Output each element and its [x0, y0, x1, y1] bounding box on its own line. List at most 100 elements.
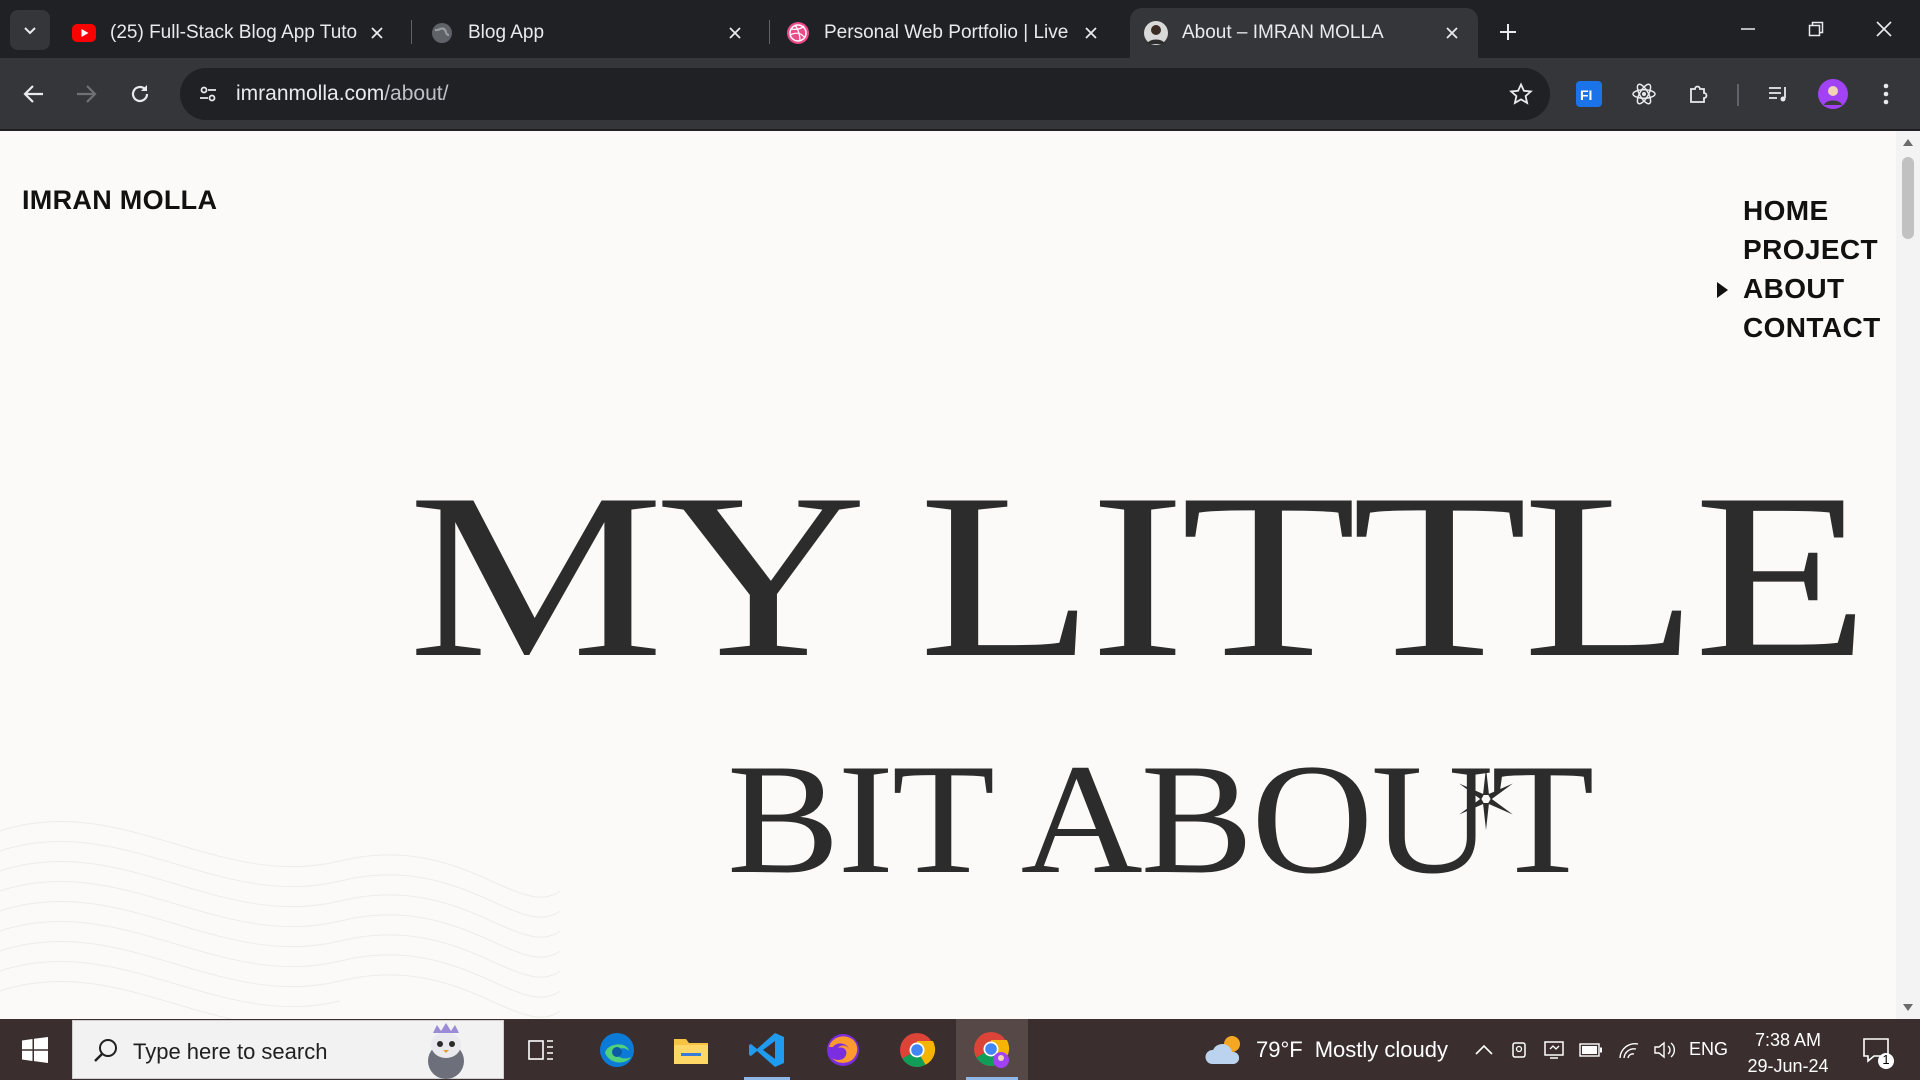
- svg-text:FI: FI: [1580, 87, 1592, 103]
- tab-blog-app[interactable]: Blog App: [416, 8, 761, 58]
- background-contour-decoration: [0, 821, 560, 1019]
- tab-search-button[interactable]: [10, 10, 50, 50]
- taskbar-vscode[interactable]: [734, 1019, 800, 1080]
- tray-app[interactable]: [1538, 1019, 1570, 1080]
- wifi-icon: [1619, 1042, 1639, 1058]
- react-devtools-icon[interactable]: [1626, 76, 1662, 112]
- address-bar[interactable]: imranmolla.com/about/: [180, 68, 1550, 120]
- new-tab-button[interactable]: [1490, 14, 1526, 50]
- page-scrollbar[interactable]: [1896, 131, 1920, 1019]
- system-clock[interactable]: 7:38 AM 29-Jun-24: [1738, 1027, 1838, 1079]
- toolbar-separator: [1737, 84, 1739, 106]
- taskbar-chrome[interactable]: [884, 1019, 950, 1080]
- tab-youtube[interactable]: (25) Full-Stack Blog App Tutorial: [58, 8, 403, 58]
- tray-volume[interactable]: [1648, 1019, 1682, 1080]
- close-icon[interactable]: [1440, 21, 1464, 45]
- battery-icon: [1579, 1042, 1602, 1057]
- restore-icon: [1808, 21, 1824, 37]
- browser-toolbar: imranmolla.com/about/ FI: [0, 58, 1920, 130]
- nav-contact-link[interactable]: CONTACT: [1743, 308, 1881, 347]
- chrome-menu-icon[interactable]: [1868, 76, 1904, 112]
- clock-time: 7:38 AM: [1754, 1030, 1822, 1050]
- restore-button[interactable]: [1782, 0, 1850, 58]
- speaker-icon: [1654, 1041, 1675, 1058]
- weather-condition: Mostly cloudy: [1314, 1036, 1448, 1062]
- search-highlight-mascot-icon: [428, 1023, 464, 1079]
- input-language[interactable]: ENG: [1689, 1039, 1728, 1060]
- taskbar-search-box[interactable]: Type here to search: [72, 1020, 504, 1079]
- windows-logo-icon: [22, 1036, 48, 1063]
- task-view-icon: [528, 1039, 553, 1060]
- taskbar-file-explorer[interactable]: [658, 1019, 724, 1080]
- tab-separator: [769, 20, 770, 44]
- taskbar-edge[interactable]: [584, 1019, 650, 1080]
- close-icon[interactable]: [723, 21, 747, 45]
- tab-title: About – IMRAN MOLLA: [1182, 22, 1384, 43]
- tab-title: Personal Web Portfolio | Live W: [824, 22, 1071, 43]
- nav-home-link[interactable]: HOME: [1743, 191, 1881, 230]
- dribbble-icon: [786, 21, 810, 45]
- reload-icon: [131, 85, 149, 103]
- tab-separator: [411, 20, 412, 44]
- notification-count: 1: [1882, 1052, 1890, 1067]
- site-info-icon[interactable]: [192, 78, 224, 110]
- tray-network[interactable]: [1612, 1019, 1646, 1080]
- nav-about-label: ABOUT: [1743, 273, 1845, 304]
- minimize-button[interactable]: [1714, 0, 1782, 58]
- display-sync-icon: [1544, 1040, 1564, 1059]
- profile-avatar-icon[interactable]: [1815, 76, 1851, 112]
- tab-title: (25) Full-Stack Blog App Tutorial: [110, 22, 357, 43]
- close-icon[interactable]: [1079, 21, 1103, 45]
- media-control-icon[interactable]: [1760, 76, 1796, 112]
- chrome-profile-icon: [974, 1031, 1010, 1068]
- fi-extension-icon[interactable]: FI: [1571, 76, 1607, 112]
- scrollbar-thumb[interactable]: [1902, 157, 1914, 239]
- site-nav: HOME PROJECT ABOUT CONTACT: [1717, 191, 1881, 347]
- arrow-left-icon: [23, 85, 43, 103]
- notification-icon: [1863, 1038, 1894, 1069]
- asterisk-icon: [1459, 768, 1513, 830]
- tab-portfolio[interactable]: Personal Web Portfolio | Live W: [772, 8, 1117, 58]
- nav-about-link[interactable]: ABOUT: [1717, 269, 1881, 308]
- file-explorer-icon: [674, 1038, 708, 1064]
- hero-heading-line-1: MY LITTLE: [408, 446, 1869, 707]
- taskbar-firefox[interactable]: [810, 1019, 876, 1080]
- back-button[interactable]: [14, 74, 54, 114]
- chrome-icon: [900, 1032, 936, 1067]
- scroll-down-arrow-icon[interactable]: [1903, 1004, 1913, 1011]
- plus-icon: [1500, 24, 1516, 40]
- bookmark-star-icon[interactable]: [1506, 79, 1536, 109]
- scroll-up-arrow-icon[interactable]: [1903, 139, 1913, 146]
- notifications-button[interactable]: 1: [1858, 1031, 1898, 1071]
- firefox-icon: [827, 1033, 859, 1066]
- start-button[interactable]: [0, 1019, 70, 1080]
- profile-photo-icon: [1144, 21, 1168, 45]
- nav-project-link[interactable]: PROJECT: [1743, 230, 1881, 269]
- address-url: imranmolla.com/about/: [236, 82, 448, 106]
- task-view-button[interactable]: [508, 1019, 574, 1080]
- taskbar-chrome-profile[interactable]: [956, 1019, 1028, 1080]
- close-icon[interactable]: [365, 21, 389, 45]
- youtube-icon: [72, 21, 96, 45]
- search-icon: [94, 1039, 117, 1062]
- reload-button[interactable]: [120, 74, 160, 114]
- windows-taskbar: Type here to search 79°F Mostly cloudy E…: [0, 1019, 1920, 1080]
- vscode-icon: [749, 1032, 784, 1067]
- tab-strip: (25) Full-Stack Blog App Tutorial Blog A…: [0, 0, 1920, 58]
- tray-battery[interactable]: [1574, 1019, 1608, 1080]
- site-logo[interactable]: IMRAN MOLLA: [22, 185, 217, 216]
- video-camera-icon: [1512, 1041, 1526, 1058]
- url-host: imranmolla.com: [236, 82, 385, 105]
- search-placeholder: Type here to search: [133, 1039, 328, 1064]
- close-window-button[interactable]: [1850, 0, 1918, 58]
- clock-date: 29-Jun-24: [1747, 1056, 1829, 1076]
- tray-meet-now[interactable]: [1504, 1019, 1536, 1080]
- tab-about[interactable]: About – IMRAN MOLLA: [1130, 8, 1478, 58]
- forward-button[interactable]: [66, 74, 106, 114]
- extensions-puzzle-icon[interactable]: [1681, 76, 1717, 112]
- current-page-marker-icon: [1717, 282, 1728, 298]
- weather-temperature: 79°F: [1256, 1036, 1303, 1062]
- show-hidden-icons-button[interactable]: [1468, 1019, 1500, 1080]
- weather-widget[interactable]: 79°F Mostly cloudy: [1204, 1019, 1448, 1080]
- url-path: /about/: [384, 82, 449, 105]
